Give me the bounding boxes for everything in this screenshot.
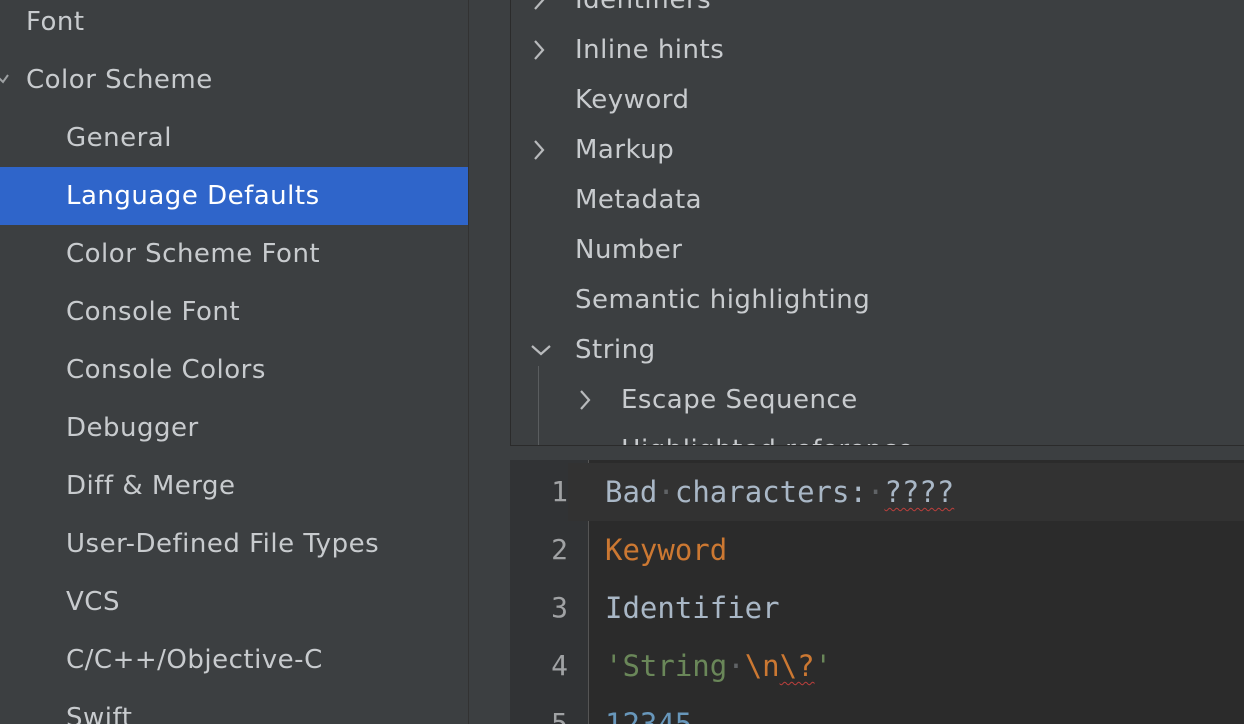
tree-item-label: Semantic highlighting (575, 285, 871, 315)
code-token-escape: \n (744, 649, 780, 683)
code-token-string: ' (814, 649, 832, 683)
chevron-right-icon[interactable] (571, 375, 601, 425)
code-token-escape-error: \? (779, 649, 815, 683)
chevron-right-icon[interactable] (525, 125, 555, 175)
nav-item-label: VCS (66, 587, 120, 617)
nav-item-general[interactable]: General (0, 109, 468, 167)
code-content: Bad·characters:·???? (605, 463, 954, 521)
nav-item-debugger[interactable]: Debugger (0, 399, 468, 457)
nav-item-label: Console Font (66, 297, 241, 327)
nav-item-label: Console Colors (66, 355, 266, 385)
code-token-text: Bad (605, 475, 658, 509)
nav-item-label: Language Defaults (66, 181, 320, 211)
nav-item-label: Color Scheme Font (66, 239, 321, 269)
nav-item-vcs[interactable]: VCS (0, 573, 468, 631)
line-number: 1 (510, 463, 568, 521)
attributes-tree: Identifiers Inline hints Keyword Markup Meta… (510, 0, 1244, 446)
code-token-ws: · (657, 475, 675, 509)
tree-item-highlighted-reference[interactable]: Highlighted reference (511, 425, 1244, 445)
code-line[interactable]: 2 Keyword (510, 521, 1244, 579)
code-content: 12345 (605, 695, 692, 724)
nav-item-label: Debugger (66, 413, 199, 443)
tree-item-label: String (575, 335, 656, 365)
nav-item-label: User-Defined File Types (66, 529, 380, 559)
nav-item-user-defined-file-types[interactable]: User-Defined File Types (0, 515, 468, 573)
nav-divider (468, 0, 469, 724)
code-line[interactable]: 5 12345 (510, 695, 1244, 724)
code-token-number: 12345 (605, 707, 693, 724)
code-token-ws: · (866, 475, 885, 509)
tree-item-metadata[interactable]: Metadata (511, 175, 1244, 225)
tree-item-markup[interactable]: Markup (511, 125, 1244, 175)
nav-item-swift[interactable]: Swift (0, 689, 468, 724)
settings-nav-tree: Font Color Scheme General Language Defaults… (0, 0, 468, 724)
nav-item-font[interactable]: Font (0, 0, 468, 51)
code-token-ws: · (727, 649, 745, 683)
nav-item-label: Color Scheme (26, 65, 213, 95)
code-content: 'String·\n\?' (605, 637, 832, 695)
code-token-keyword: Keyword (605, 533, 728, 567)
code-token-string: 'String (605, 649, 728, 683)
nav-item-console-colors[interactable]: Console Colors (0, 341, 468, 399)
nav-item-console-font[interactable]: Console Font (0, 283, 468, 341)
tree-item-number[interactable]: Number (511, 225, 1244, 275)
tree-item-label: Highlighted reference (621, 425, 914, 445)
code-line[interactable]: 1 Bad·characters:·???? (510, 463, 1244, 521)
nav-item-label: Font (26, 7, 85, 37)
tree-item-inline-hints[interactable]: Inline hints (511, 25, 1244, 75)
code-line[interactable]: 3 Identifier (510, 579, 1244, 637)
line-number: 2 (551, 533, 568, 566)
line-number: 3 (551, 591, 568, 624)
tree-item-label: Escape Sequence (621, 385, 858, 415)
nav-item-c-c-objective-c[interactable]: C/C++/Objective-C (0, 631, 468, 689)
tree-item-label: Markup (575, 135, 675, 165)
nav-item-label: Diff & Merge (66, 471, 236, 501)
chevron-right-icon[interactable] (525, 25, 555, 75)
code-token-error: ???? (884, 475, 955, 509)
nav-item-language-defaults[interactable]: Language Defaults (0, 167, 468, 225)
tree-item-label: Inline hints (575, 35, 725, 65)
nav-item-label: General (66, 123, 172, 153)
tree-item-identifiers[interactable]: Identifiers (511, 0, 1244, 25)
tree-item-string[interactable]: String (511, 325, 1244, 375)
tree-item-keyword[interactable]: Keyword (511, 75, 1244, 125)
tree-item-semantic-highlighting[interactable]: Semantic highlighting (511, 275, 1244, 325)
code-content: Keyword (605, 521, 727, 579)
tree-item-label: Keyword (575, 85, 690, 115)
nav-item-color-scheme-font[interactable]: Color Scheme Font (0, 225, 468, 283)
nav-item-color-scheme[interactable]: Color Scheme (0, 51, 468, 109)
tree-item-label: Number (575, 235, 683, 265)
code-line[interactable]: 4 'String·\n\?' (510, 637, 1244, 695)
line-number: 4 (551, 649, 568, 682)
tree-item-label: Identifiers (575, 0, 712, 15)
line-number: 5 (551, 707, 568, 724)
code-token-text: Identifier (605, 591, 780, 625)
chevron-down-icon[interactable] (525, 325, 555, 375)
nav-item-diff-merge[interactable]: Diff & Merge (0, 457, 468, 515)
tree-item-label: Metadata (575, 185, 703, 215)
preview-editor: 1 Bad·characters:·???? 2 Keyword 3 Identifier… (510, 460, 1244, 724)
nav-item-label: C/C++/Objective-C (66, 645, 323, 675)
nav-item-label: Swift (66, 703, 133, 724)
code-content: Identifier (605, 579, 780, 637)
chevron-right-icon[interactable] (525, 0, 555, 25)
tree-item-escape-sequence[interactable]: Escape Sequence (511, 375, 1244, 425)
code-token-text: characters: (674, 475, 867, 509)
